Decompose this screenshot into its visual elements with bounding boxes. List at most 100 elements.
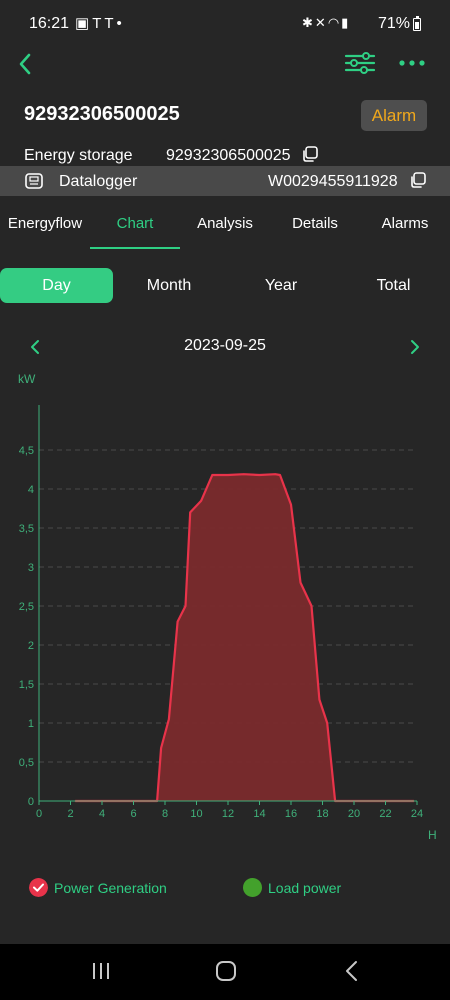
energy-storage-label: Energy storage: [24, 147, 133, 164]
next-date-button[interactable]: [404, 336, 426, 358]
checked-circle-icon: [29, 878, 48, 897]
x-tick-label: 14: [253, 808, 265, 820]
power-generation-point: [279, 474, 281, 476]
period-day-button[interactable]: Day: [0, 268, 113, 303]
notification-icons: ▣TT•: [75, 14, 125, 32]
power-generation-point: [227, 474, 229, 476]
y-tick-label: 3,5: [19, 523, 34, 535]
datalogger-value: W0029455911928: [268, 173, 398, 190]
y-tick-label: 2: [28, 640, 34, 652]
power-generation-point: [290, 503, 292, 506]
system-back-button[interactable]: [337, 958, 367, 984]
x-tick-label: 20: [348, 808, 360, 820]
x-tick-label: 16: [285, 808, 297, 820]
tab-energyflow[interactable]: Energyflow: [0, 206, 90, 250]
power-generation-point: [299, 581, 302, 584]
x-tick-label: 12: [222, 808, 234, 820]
x-tick-label: 22: [379, 808, 391, 820]
tab-analysis[interactable]: Analysis: [180, 206, 270, 250]
page-title: 92932306500025: [24, 103, 180, 125]
tab-alarms[interactable]: Alarms: [360, 206, 450, 250]
power-generation-point: [211, 474, 214, 476]
tab-bar: Energyflow Chart Analysis Details Alarms: [0, 206, 450, 250]
mute-icon: ✕: [314, 15, 328, 30]
status-time: 16:21: [29, 15, 70, 32]
y-tick-label: 1: [28, 718, 34, 730]
x-tick-label: 4: [99, 808, 105, 820]
datalogger-row: Datalogger W0029455911928: [0, 166, 450, 196]
back-button[interactable]: [14, 50, 38, 78]
top-bar: [0, 46, 450, 82]
y-axis-label: kW: [18, 372, 36, 386]
battery-icon: [413, 16, 421, 31]
recent-apps-button[interactable]: [87, 958, 117, 984]
tesla-icon: T: [104, 15, 117, 32]
filter-button[interactable]: [344, 52, 376, 74]
power-generation-point: [184, 605, 187, 607]
x-tick-label: 2: [67, 808, 73, 820]
y-tick-label: 4,5: [19, 445, 34, 457]
power-generation-point: [242, 473, 245, 475]
chevron-left-icon: [19, 53, 31, 75]
battery-level: 71%: [378, 15, 411, 32]
period-total-button[interactable]: Total: [337, 268, 450, 303]
x-tick-label: 24: [411, 808, 423, 820]
sliders-icon: [344, 52, 376, 74]
power-generation-area: [75, 474, 414, 801]
signal-icon: ▮: [341, 15, 351, 30]
circle-icon: [243, 878, 262, 897]
tab-chart[interactable]: Chart: [90, 206, 180, 250]
x-tick-label: 8: [162, 808, 168, 820]
tab-active-indicator: [90, 247, 180, 249]
dot-icon: •: [116, 15, 125, 32]
power-generation-point: [258, 474, 261, 476]
recent-apps-icon: [93, 963, 109, 979]
chart-series: [74, 473, 415, 803]
power-generation-point: [274, 473, 277, 475]
power-generation-point: [189, 511, 191, 514]
bluetooth-icon: ✱: [302, 15, 315, 30]
status-bar: 16:21 ▣TT• ✱✕◠▮ 71%: [0, 0, 450, 46]
copy-icon[interactable]: [301, 145, 319, 163]
power-generation-point: [200, 499, 203, 502]
alarm-button[interactable]: Alarm: [361, 100, 427, 131]
datalogger-icon: [25, 173, 43, 189]
home-button[interactable]: [211, 958, 241, 984]
period-selector: Day Month Year Total: [0, 268, 450, 304]
date-navigator: 2023-09-25: [0, 332, 450, 362]
period-month-button[interactable]: Month: [113, 268, 225, 303]
power-generation-point: [176, 620, 179, 623]
power-chart: 00,511,522,533,544,50 2 4 6 8 10 12 14 16 18 20 22 2…: [18, 372, 437, 842]
y-tick-label: 0: [28, 796, 34, 808]
legend-power-generation-label: Power Generation: [54, 880, 167, 896]
tab-details[interactable]: Details: [270, 206, 360, 250]
power-generation-point: [318, 698, 321, 701]
y-tick-label: 2,5: [19, 601, 34, 613]
chevron-right-icon: [411, 340, 419, 354]
y-tick-label: 4: [28, 484, 34, 496]
power-generation-point: [326, 722, 329, 724]
x-tick-label: 6: [130, 808, 136, 820]
y-tick-label: 3: [28, 562, 34, 574]
x-tick-label: 10: [190, 808, 202, 820]
date-label[interactable]: 2023-09-25: [0, 337, 450, 355]
power-generation-point: [160, 747, 162, 749]
back-icon: [346, 961, 357, 981]
legend-load-power-label: Load power: [268, 880, 342, 896]
datalogger-label: Datalogger: [59, 173, 138, 190]
power-generation-point: [310, 605, 313, 607]
x-tick-label: 18: [316, 808, 328, 820]
energy-storage-value: 92932306500025: [166, 147, 291, 164]
wifi-icon: ◠: [327, 15, 342, 30]
home-icon: [216, 961, 236, 981]
chart-legend: Power Generation Load power: [0, 875, 450, 901]
more-dots-icon: [399, 60, 425, 66]
system-nav-bar: [0, 944, 450, 1000]
y-tick-label: 1,5: [19, 679, 34, 691]
power-generation-point: [168, 718, 170, 720]
period-year-button[interactable]: Year: [225, 268, 337, 303]
copy-icon[interactable]: [409, 171, 427, 189]
gallery-icon: ▣: [75, 15, 93, 32]
tesla-icon: T: [92, 15, 105, 32]
more-button[interactable]: [398, 52, 426, 74]
